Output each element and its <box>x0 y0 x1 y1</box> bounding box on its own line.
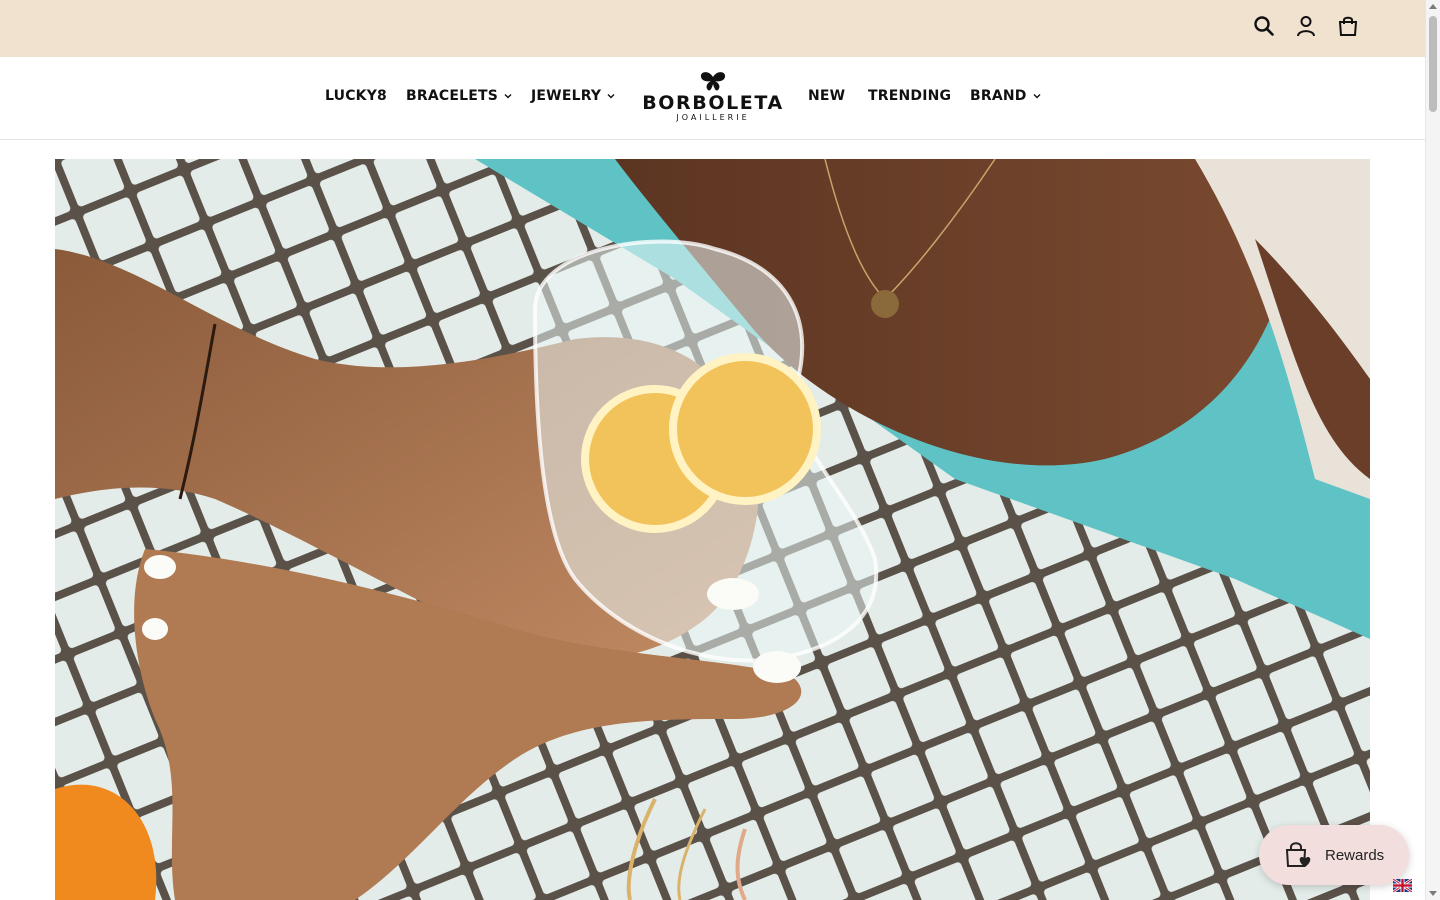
butterfly-icon <box>700 72 726 91</box>
nav-item-trending[interactable]: TRENDING <box>868 88 951 104</box>
top-utility-bar <box>0 0 1425 57</box>
search-button[interactable] <box>1251 13 1277 39</box>
chevron-down-icon <box>607 94 615 99</box>
nav-item-label: BRAND <box>970 88 1027 104</box>
nav-item-label: BRACELETS <box>406 88 499 104</box>
nav-item-bracelets[interactable]: BRACELETS <box>406 88 512 104</box>
cart-button[interactable] <box>1335 13 1361 39</box>
rewards-label: Rewards <box>1325 846 1385 864</box>
shopping-bag-heart-icon <box>1285 842 1311 867</box>
logo-subtitle: JOAILLERIE <box>676 113 750 122</box>
scroll-up-arrow-icon[interactable] <box>1429 4 1437 9</box>
account-button[interactable] <box>1293 13 1319 39</box>
nav-item-label: NEW <box>808 88 846 104</box>
uk-flag-icon[interactable] <box>1393 879 1412 892</box>
main-navigation: LUCKY8 BRACELETS JEWELRY BORBOLETA JOAIL… <box>0 57 1425 140</box>
header-icons <box>1251 13 1361 39</box>
scroll-down-arrow-icon[interactable] <box>1429 891 1437 896</box>
logo-wordmark: BORBOLETA <box>642 92 784 114</box>
nav-item-brand[interactable]: BRAND <box>970 88 1041 104</box>
chevron-down-icon <box>504 94 512 99</box>
page-scrollbar[interactable] <box>1425 0 1440 900</box>
cart-icon <box>1338 16 1358 36</box>
nav-item-label: TRENDING <box>868 88 952 104</box>
hero-photo <box>55 159 1370 900</box>
search-icon <box>1254 16 1274 36</box>
nav-item-label: JEWELRY <box>531 88 602 104</box>
brand-logo[interactable]: BORBOLETA JOAILLERIE <box>640 71 786 127</box>
account-icon <box>1297 16 1315 37</box>
hero-image[interactable] <box>55 159 1370 900</box>
scrollbar-thumb[interactable] <box>1429 16 1437 112</box>
chevron-down-icon <box>1033 94 1041 99</box>
nav-item-new[interactable]: NEW <box>808 88 845 104</box>
nav-item-label: LUCKY8 <box>325 88 387 104</box>
rewards-button[interactable]: Rewards <box>1259 825 1409 885</box>
nav-item-lucky8[interactable]: LUCKY8 <box>325 88 387 104</box>
nav-item-jewelry[interactable]: JEWELRY <box>531 88 615 104</box>
